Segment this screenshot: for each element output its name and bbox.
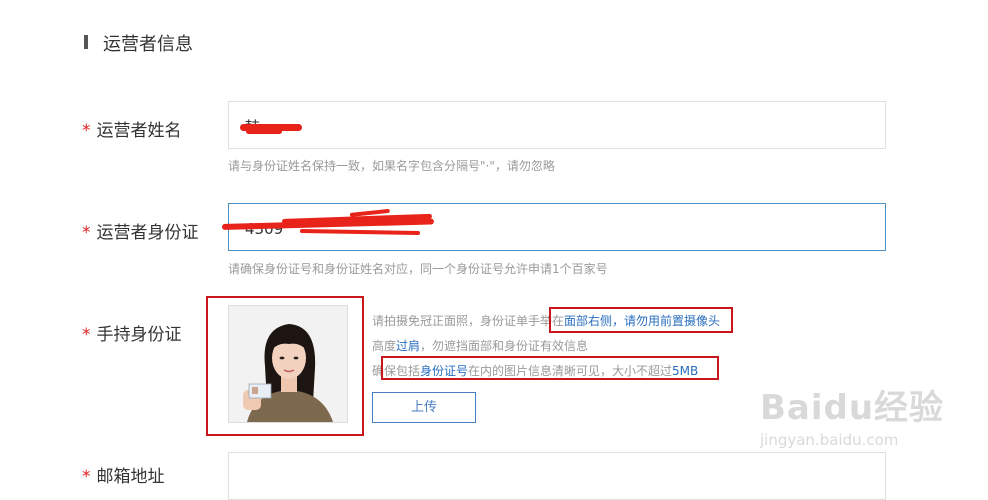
- redaction-scribble: [246, 129, 282, 134]
- photo-tip-2-suffix: ，勿遮挡面部和身份证有效信息: [420, 339, 589, 353]
- section-title-bar: [84, 35, 88, 49]
- id-number-hint: 请确保身份证号和身份证姓名对应，同一个身份证号允许申请1个百家号: [228, 262, 608, 276]
- photo-tip-2: 高度过肩，勿遮挡面部和身份证有效信息: [372, 337, 588, 354]
- watermark-url: jingyan.baidu.com: [760, 431, 899, 449]
- required-mark: *: [82, 467, 91, 487]
- photo-tip-1-text: 请拍摄免冠正面照，身份证单手举在: [372, 314, 565, 328]
- upload-button[interactable]: 上传: [372, 392, 476, 423]
- section-title: 运营者信息: [103, 34, 193, 55]
- name-hint: 请与身份证姓名保持一致，如果名字包含分隔号"·"，请勿忽略: [228, 159, 555, 173]
- email-label-text: 邮箱地址: [96, 467, 165, 487]
- email-input[interactable]: [228, 452, 886, 500]
- operator-name-input[interactable]: 韩: [228, 101, 886, 149]
- required-mark: *: [82, 223, 91, 243]
- sample-id-photo: [228, 305, 348, 423]
- required-mark: *: [82, 121, 91, 141]
- id-number-label: * 运营者身份证: [82, 218, 199, 243]
- email-label: * 邮箱地址: [82, 462, 165, 487]
- watermark-logo: Baidu经验: [760, 388, 945, 428]
- name-label: * 运营者姓名: [82, 116, 182, 141]
- annotation-box-tip-3: [381, 356, 719, 380]
- id-number-label-text: 运营者身份证: [96, 223, 199, 243]
- required-mark: *: [82, 325, 91, 345]
- sample-person-illustration: [229, 306, 347, 422]
- name-label-text: 运营者姓名: [96, 121, 182, 141]
- id-photo-label-text: 手持身份证: [96, 325, 182, 345]
- annotation-box-tip-1: [549, 307, 733, 333]
- baidu-jingyan-watermark: Baidu经验 jingyan.baidu.com: [760, 380, 944, 449]
- photo-tip-2-highlight: 过肩: [396, 339, 421, 353]
- photo-tip-2-prefix: 高度: [372, 339, 397, 353]
- id-photo-label: * 手持身份证: [82, 320, 182, 345]
